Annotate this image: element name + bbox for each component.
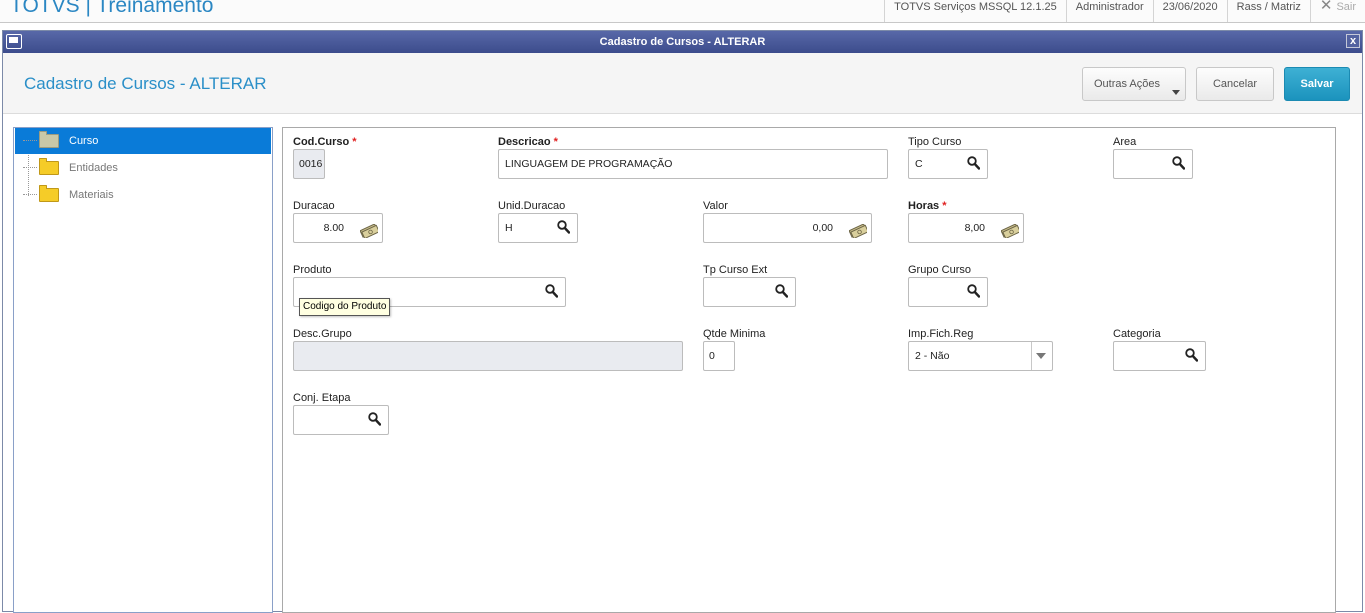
logout-label: Sair [1336,1,1356,13]
navigation-tree: Curso Entidades Materiais [13,127,273,613]
required-marker: * [942,200,947,212]
tree-item-curso[interactable]: Curso [15,128,271,154]
valor-value: 0,00 [812,222,833,234]
tp-curso-ext-field[interactable] [703,277,796,307]
search-icon[interactable] [1172,156,1185,170]
valor-label: Valor [703,200,728,212]
categoria-field[interactable] [1113,341,1206,371]
unid-duracao-value: H [505,222,513,234]
duracao-value: 8.00 [323,222,344,234]
descricao-field[interactable]: LINGUAGEM DE PROGRAMAÇÃO [498,149,888,179]
grupo-curso-field[interactable] [908,277,988,307]
area-field[interactable] [1113,149,1193,179]
horas-label: Horas * [908,200,946,212]
tipo-curso-label: Tipo Curso [908,136,962,148]
unid-duracao-label: Unid.Duracao [498,200,566,212]
cod-curso-label-text: Cod.Curso [293,136,350,148]
window-title: Cadastro de Cursos - ALTERAR [599,36,766,48]
produto-tooltip: Codigo do Produto [299,298,391,316]
other-actions-label: Outras Ações [1093,78,1161,90]
imp-fich-reg-label: Imp.Fich.Reg [908,328,974,340]
cod-curso-label: Cod.Curso * [293,136,357,148]
folder-icon [39,185,59,202]
search-icon[interactable] [967,284,980,298]
money-icon[interactable] [848,221,869,240]
desc-grupo-label: Desc.Grupo [293,328,352,340]
descricao-value: LINGUAGEM DE PROGRAMAÇÃO [505,158,673,170]
tree-connector [23,140,37,141]
search-icon[interactable] [557,220,570,234]
close-icon: ✕ [1319,0,1333,14]
tp-curso-ext-label: Tp Curso Ext [703,264,768,276]
descricao-label-text: Descricao [498,136,551,148]
tipo-curso-field[interactable]: C [908,149,988,179]
required-marker: * [553,136,558,148]
logout-button[interactable]: ✕ Sair [1309,0,1365,22]
folder-icon [39,158,59,175]
page-header: Cadastro de Cursos - ALTERAR Outras Açõe… [3,53,1362,114]
categoria-label: Categoria [1113,328,1161,340]
select-divider [1031,342,1032,370]
server-info: TOTVS Serviços MSSQL 12.1.25 [884,0,1066,22]
horas-value: 8,00 [964,222,985,234]
horas-field[interactable]: 8,00 [908,213,1024,243]
qtde-minima-label: Qtde Minima [703,328,766,340]
search-icon[interactable] [1185,348,1198,362]
grupo-curso-label: Grupo Curso [908,264,971,276]
duracao-label: Duracao [293,200,335,212]
qtde-minima-value: 0 [709,350,715,362]
system-date[interactable]: 23/06/2020 [1152,0,1227,22]
tree-connector [23,167,37,168]
descricao-label: Descricao * [498,136,558,148]
unid-duracao-field[interactable]: H [498,213,578,243]
tree-connector [23,194,37,195]
chevron-down-icon[interactable] [1036,353,1046,359]
required-marker: * [352,136,357,148]
produto-label: Produto [293,264,332,276]
conj-etapa-field[interactable] [293,405,389,435]
page-title: Cadastro de Cursos - ALTERAR [24,74,267,93]
save-button[interactable]: Salvar [1284,67,1350,101]
search-icon[interactable] [967,156,980,170]
search-icon[interactable] [545,284,558,298]
cod-curso-value: 0016 [299,158,323,170]
course-form: Cod.Curso * 0016 Descricao * LINGUAGEM DE … [282,127,1336,613]
imp-fich-reg-value: 2 - Não [915,350,950,362]
tree-item-materiais[interactable]: Materiais [15,182,271,208]
money-icon[interactable] [359,221,380,240]
top-status-items: TOTVS Serviços MSSQL 12.1.25 Administrad… [884,0,1365,22]
chevron-down-icon [1172,90,1180,95]
search-icon[interactable] [775,284,788,298]
cod-curso-field[interactable]: 0016 [293,149,325,179]
tree-item-label: Entidades [69,162,118,174]
area-label: Area [1113,136,1137,148]
user-name[interactable]: Administrador [1065,0,1153,22]
cancel-button[interactable]: Cancelar [1196,67,1274,101]
tree-item-label: Materiais [69,189,114,201]
tree-item-entidades[interactable]: Entidades [15,155,271,181]
tree-item-label: Curso [69,135,99,147]
qtde-minima-field[interactable]: 0 [703,341,735,371]
app-title: TOTVS | Treinamento [10,0,214,17]
duracao-field[interactable]: 8.00 [293,213,383,243]
folder-open-icon [39,131,59,148]
window-close-button[interactable]: x [1346,34,1360,48]
search-icon[interactable] [368,412,381,426]
horas-label-text: Horas [908,200,940,212]
window-titlebar[interactable]: Cadastro de Cursos - ALTERAR x [3,31,1362,53]
branch-info[interactable]: Rass / Matriz [1226,0,1310,22]
tipo-curso-value: C [915,158,923,170]
top-bar: TOTVS | Treinamento TOTVS Serviços MSSQL… [0,0,1365,23]
conj-etapa-label: Conj. Etapa [293,392,351,404]
other-actions-button[interactable]: Outras Ações [1082,67,1186,101]
imp-fich-reg-select[interactable]: 2 - Não [908,341,1053,371]
dialog-window: Cadastro de Cursos - ALTERAR x Cadastro … [2,30,1363,613]
desc-grupo-field[interactable] [293,341,683,371]
valor-field[interactable]: 0,00 [703,213,872,243]
money-icon[interactable] [1000,221,1021,240]
